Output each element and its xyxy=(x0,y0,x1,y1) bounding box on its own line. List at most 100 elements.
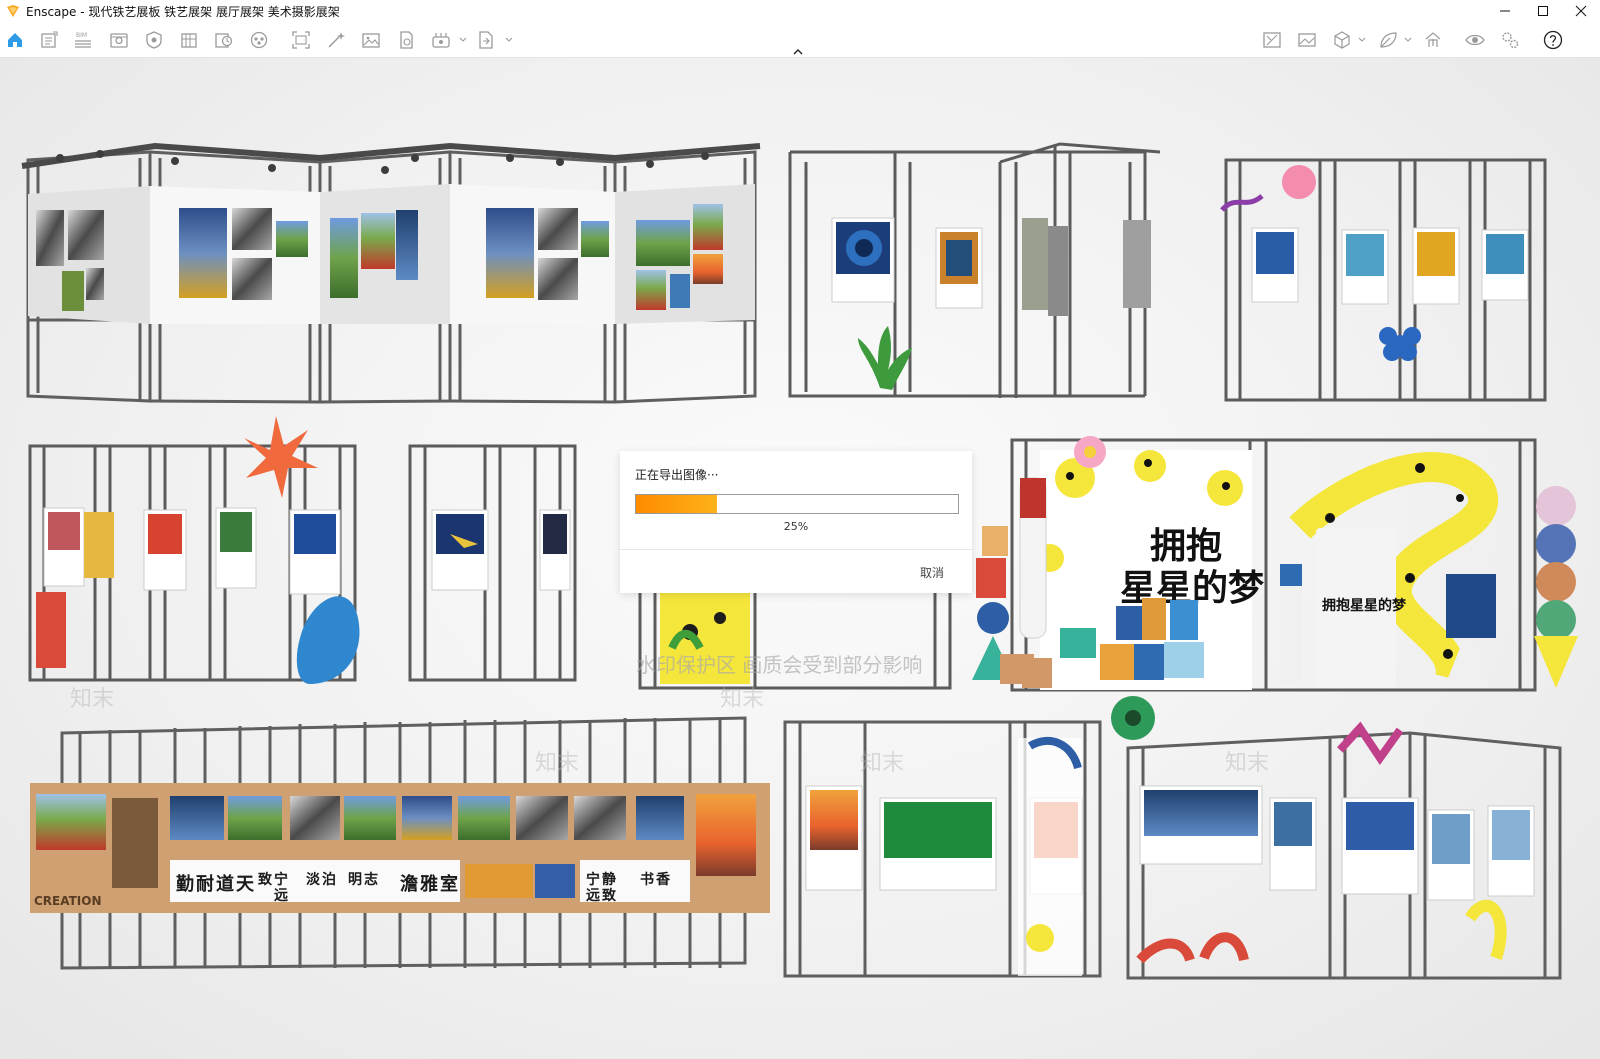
color-ball-stack xyxy=(1534,486,1578,688)
document-title: 现代铁艺展板 铁艺展架 展厅展架 美术摄影展架 xyxy=(88,4,340,19)
settings-button[interactable] xyxy=(1500,30,1520,50)
batch-render-button[interactable] xyxy=(326,30,346,50)
calligraphy-char: 雅 xyxy=(419,873,438,895)
export-progress-label: 25% xyxy=(783,520,809,533)
enscape-window: Enscape - 现代铁艺展板 铁艺展架 展厅展架 美术摄影展架 BIM 拥抱… xyxy=(0,0,1600,1059)
creation-label: CREATION xyxy=(34,894,102,908)
image-export-button[interactable] xyxy=(1297,30,1317,50)
upload-icon xyxy=(1425,32,1441,47)
bim-button[interactable]: BIM xyxy=(73,30,93,50)
calligraphy-char: 宁 xyxy=(274,871,288,888)
watermark-brand: 知末 xyxy=(720,687,764,712)
cube-button[interactable] xyxy=(1332,30,1352,50)
upload-button[interactable] xyxy=(1423,30,1443,50)
calligraphy-char: 香 xyxy=(655,871,671,888)
calligraphy-row: 勤 耐 道 天 致 宁 远 淡 泊 明 志 澹 雅 室 宁 静 致 远 书 香 xyxy=(170,860,690,904)
display-unit-ocean-posters xyxy=(1111,696,1562,980)
watermark-text: 水印保护区 画质会受到部分影响 xyxy=(636,653,922,677)
screenshot-button[interactable] xyxy=(291,30,311,50)
visual-settings-icon xyxy=(110,33,128,48)
calligraphy-char: 道 xyxy=(216,873,234,895)
bim-label: BIM xyxy=(76,32,87,39)
render-viewport[interactable]: 拥抱 星星的梦 拥抱星星的梦 勤 耐 道 天 致 宁 远 淡 泊 明 志 澹 雅… xyxy=(0,58,1600,1059)
screenshot-icon xyxy=(292,31,310,49)
leaf-button[interactable] xyxy=(1378,30,1398,50)
vr-button[interactable] xyxy=(249,30,269,50)
calligraphy-char: 远 xyxy=(586,888,600,904)
display-unit-landscape-posters xyxy=(783,720,1102,978)
sites-button[interactable] xyxy=(214,30,234,50)
image-button[interactable] xyxy=(361,30,381,50)
calligraphy-char: 勤 xyxy=(176,873,194,895)
watermark-brand: 知末 xyxy=(535,751,579,776)
view-button[interactable] xyxy=(1465,30,1485,50)
materials-icon xyxy=(181,33,197,48)
calligraphy-char: 静 xyxy=(602,871,616,888)
cube-icon xyxy=(1334,31,1350,49)
window-controls xyxy=(1486,0,1600,22)
home-icon xyxy=(8,33,22,47)
video-button[interactable] xyxy=(431,30,451,50)
panorama-icon xyxy=(400,31,413,49)
leaf-dropdown-caret-icon[interactable] xyxy=(1404,37,1412,43)
image-export-icon xyxy=(1298,33,1316,47)
maximize-icon xyxy=(1538,6,1548,16)
enscape-logo-icon xyxy=(7,5,19,17)
display-unit-embrace-dream: 拥抱 星星的梦 拥抱星星的梦 xyxy=(972,436,1578,692)
small-poster-title: 拥抱星星的梦 xyxy=(1322,597,1407,614)
sites-icon xyxy=(215,33,233,48)
title-separator: - xyxy=(76,4,89,19)
calligraphy-char: 天 xyxy=(236,874,255,895)
calligraphy-char: 泊 xyxy=(322,871,336,888)
calligraphy-char: 致 xyxy=(602,887,617,904)
views-button[interactable] xyxy=(39,30,59,50)
video-dropdown-caret-icon[interactable] xyxy=(459,37,467,43)
materials-button[interactable] xyxy=(179,30,199,50)
display-unit-narrow xyxy=(408,444,577,682)
calligraphy-char: 耐 xyxy=(196,873,214,895)
collapse-toolbar-chevron-icon[interactable] xyxy=(792,48,804,56)
close-button[interactable] xyxy=(1562,0,1600,22)
export-dialog: 正在导出图像··· 25% 取消 xyxy=(620,451,972,593)
maximize-button[interactable] xyxy=(1524,0,1562,22)
calligraphy-char: 致 xyxy=(258,871,273,888)
visual-settings-button[interactable] xyxy=(109,30,129,50)
calligraphy-char: 澹 xyxy=(400,873,418,895)
assets-button[interactable] xyxy=(144,30,164,50)
calligraphy-char: 明 xyxy=(348,872,362,888)
cube-dropdown-caret-icon[interactable] xyxy=(1358,37,1366,43)
assets-icon xyxy=(146,31,162,49)
export-dialog-title: 正在导出图像··· xyxy=(635,468,719,482)
settings-icon xyxy=(1502,32,1519,49)
close-icon xyxy=(1575,5,1587,17)
views-icon xyxy=(41,31,58,48)
display-unit-calligraphy-wall: 勤 耐 道 天 致 宁 远 淡 泊 明 志 澹 雅 室 宁 静 致 远 书 香 … xyxy=(30,716,770,970)
display-unit-four-panels xyxy=(1220,158,1547,402)
bim-icon: BIM xyxy=(75,32,91,48)
app-name: Enscape xyxy=(26,4,77,19)
export-button[interactable] xyxy=(476,30,496,50)
display-unit-hanging-posters xyxy=(788,142,1161,398)
title-bar: Enscape - 现代铁艺展板 铁艺展架 展厅展架 美术摄影展架 xyxy=(0,0,1600,22)
export-icon xyxy=(479,31,493,49)
help-icon xyxy=(1543,30,1563,50)
view-icon xyxy=(1465,34,1485,46)
minimize-button[interactable] xyxy=(1486,0,1524,22)
watermark-brand: 知末 xyxy=(860,751,904,776)
panorama-button[interactable] xyxy=(396,30,416,50)
image-icon xyxy=(362,33,380,48)
help-button[interactable] xyxy=(1543,30,1563,50)
leaf-icon xyxy=(1380,32,1397,48)
web-standalone-icon xyxy=(1263,32,1281,48)
display-unit-photo-wall xyxy=(21,142,761,404)
export-dropdown-caret-icon[interactable] xyxy=(505,37,513,43)
export-progress-bar xyxy=(635,494,959,514)
export-progress-fill xyxy=(636,495,717,513)
web-standalone-button[interactable] xyxy=(1262,30,1282,50)
video-icon xyxy=(432,33,450,48)
minimize-icon xyxy=(1500,10,1510,12)
cancel-button[interactable]: 取消 xyxy=(920,564,944,581)
batch-render-icon xyxy=(328,32,345,48)
calligraphy-char: 志 xyxy=(364,871,378,888)
home-button[interactable] xyxy=(5,30,25,50)
